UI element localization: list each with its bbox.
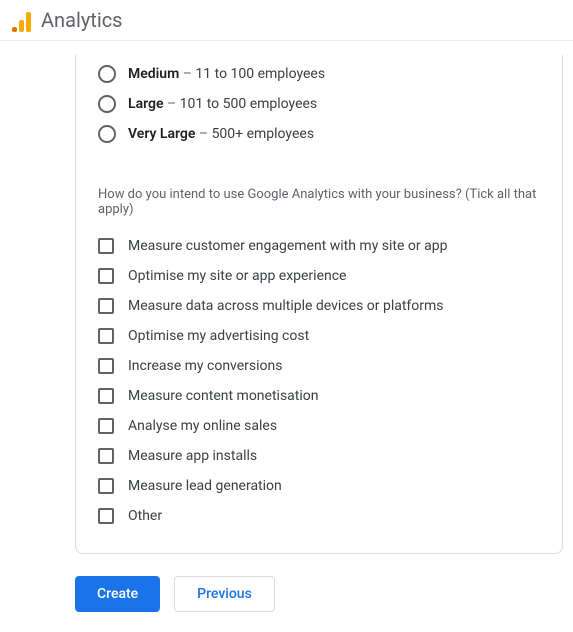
radio-label: Medium – 11 to 100 employees [128, 66, 325, 82]
checkbox-icon [98, 298, 114, 314]
radio-icon [98, 95, 116, 113]
analytics-logo-icon [12, 8, 31, 32]
checkbox-optimise-advertising[interactable]: Optimise my advertising cost [98, 321, 540, 351]
checkbox-icon [98, 418, 114, 434]
radio-option-large[interactable]: Large – 101 to 500 employees [98, 89, 540, 119]
radio-option-very-large[interactable]: Very Large – 500+ employees [98, 119, 540, 149]
radio-label: Large – 101 to 500 employees [128, 96, 317, 112]
checkbox-label: Other [128, 508, 162, 524]
checkbox-label: Measure app installs [128, 448, 257, 464]
radio-icon [98, 65, 116, 83]
checkbox-increase-conversions[interactable]: Increase my conversions [98, 351, 540, 381]
checkbox-measure-engagement[interactable]: Measure customer engagement with my site… [98, 231, 540, 261]
checkbox-icon [98, 478, 114, 494]
checkbox-label: Measure content monetisation [128, 388, 319, 404]
checkbox-optimise-experience[interactable]: Optimise my site or app experience [98, 261, 540, 291]
radio-label: Very Large – 500+ employees [128, 126, 314, 142]
checkbox-icon [98, 268, 114, 284]
app-header: Analytics [0, 0, 573, 41]
radio-icon [98, 125, 116, 143]
previous-button[interactable]: Previous [174, 576, 275, 612]
checkbox-online-sales[interactable]: Analyse my online sales [98, 411, 540, 441]
question-text: How do you intend to use Google Analytic… [98, 187, 540, 217]
checkbox-content-monetisation[interactable]: Measure content monetisation [98, 381, 540, 411]
button-row: Create Previous [75, 576, 563, 612]
checkbox-label: Measure customer engagement with my site… [128, 238, 447, 254]
checkbox-icon [98, 508, 114, 524]
checkbox-other[interactable]: Other [98, 501, 540, 531]
checkbox-icon [98, 328, 114, 344]
main-content: Medium – 11 to 100 employees Large – 101… [0, 41, 573, 632]
checkbox-icon [98, 448, 114, 464]
checkbox-label: Measure data across multiple devices or … [128, 298, 444, 314]
checkbox-measure-devices[interactable]: Measure data across multiple devices or … [98, 291, 540, 321]
checkbox-label: Analyse my online sales [128, 418, 277, 434]
checkbox-icon [98, 238, 114, 254]
create-button[interactable]: Create [75, 576, 160, 612]
checkbox-lead-generation[interactable]: Measure lead generation [98, 471, 540, 501]
checkbox-label: Optimise my site or app experience [128, 268, 346, 284]
checkbox-icon [98, 388, 114, 404]
checkbox-label: Measure lead generation [128, 478, 282, 494]
checkbox-label: Optimise my advertising cost [128, 328, 309, 344]
checkbox-app-installs[interactable]: Measure app installs [98, 441, 540, 471]
app-title: Analytics [41, 8, 123, 32]
form-card: Medium – 11 to 100 employees Large – 101… [75, 55, 563, 554]
checkbox-label: Increase my conversions [128, 358, 283, 374]
checkbox-icon [98, 358, 114, 374]
radio-option-medium[interactable]: Medium – 11 to 100 employees [98, 59, 540, 89]
